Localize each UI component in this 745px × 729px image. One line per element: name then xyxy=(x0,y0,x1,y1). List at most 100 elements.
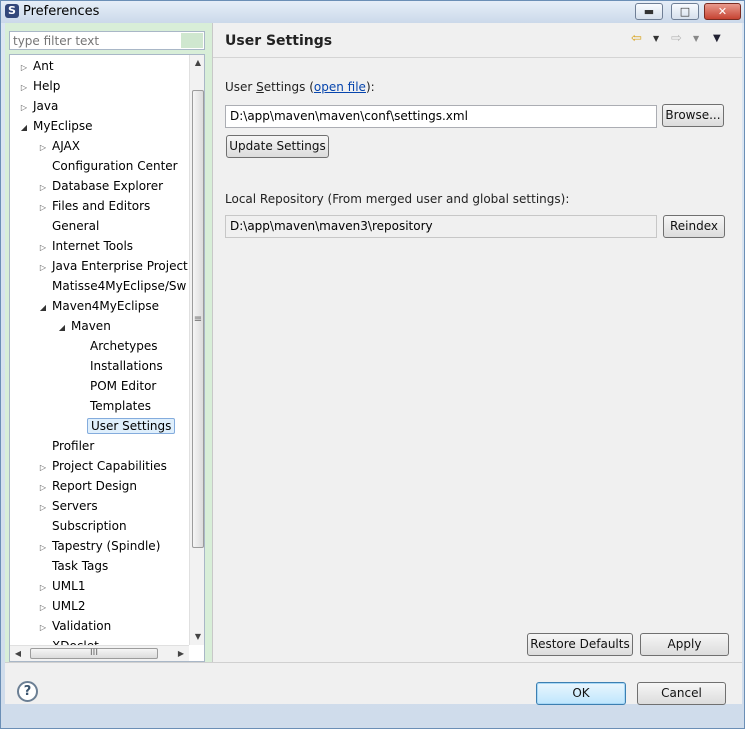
clear-filter-icon[interactable] xyxy=(181,33,203,48)
preference-page: User Settings ⇦ ▼ ⇨ ▼ ▼ User Settings (o… xyxy=(213,23,742,662)
tree-item[interactable]: ▷ Database Explorer xyxy=(37,177,166,195)
tree-item[interactable]: Archetypes xyxy=(75,337,161,355)
tree-item[interactable]: ◢ Maven4MyEclipse xyxy=(37,297,162,315)
user-settings-path-input[interactable]: D:\app\maven\maven\conf\settings.xml xyxy=(225,105,657,128)
tree-item[interactable]: Profiler xyxy=(37,437,97,455)
tree-item[interactable]: Configuration Center xyxy=(37,157,181,175)
collapse-arrow-icon[interactable]: ◢ xyxy=(37,299,49,317)
expand-arrow-icon[interactable]: ▷ xyxy=(37,579,49,597)
tree-item[interactable]: ▷ Internet Tools xyxy=(37,237,136,255)
back-dropdown-icon[interactable]: ▼ xyxy=(653,32,659,46)
tree-item-label: Validation xyxy=(52,619,112,633)
title-bar[interactable]: S Preferences ▬ □ ✕ xyxy=(1,1,744,23)
apply-button[interactable]: Apply xyxy=(640,633,729,656)
tree-item[interactable]: ▷ Tapestry (Spindle) xyxy=(37,537,163,555)
browse-button[interactable]: Browse... xyxy=(662,104,724,127)
footer-divider xyxy=(5,662,742,663)
expand-arrow-icon[interactable]: ▷ xyxy=(37,459,49,477)
help-icon[interactable]: ? xyxy=(17,681,38,702)
tree-item-label: Java Enterprise Project xyxy=(52,259,188,273)
reindex-button[interactable]: Reindex xyxy=(663,215,725,238)
tree-item-label: UML2 xyxy=(52,599,86,613)
window-title: Preferences xyxy=(23,4,100,19)
tree-item-label: Templates xyxy=(90,399,152,413)
tree-vertical-scrollbar[interactable]: ▲ ≡ ▼ xyxy=(189,55,204,645)
tree-item[interactable]: Task Tags xyxy=(37,557,111,575)
filter-field[interactable] xyxy=(9,31,205,50)
tree-item-label: Report Design xyxy=(52,479,138,493)
expand-arrow-icon[interactable]: ▷ xyxy=(37,259,49,277)
expand-arrow-icon[interactable]: ▷ xyxy=(37,479,49,497)
tree-item[interactable]: ◢ Maven xyxy=(56,317,114,335)
tree-item[interactable]: General xyxy=(37,217,102,235)
tree-item[interactable]: Subscription xyxy=(37,517,130,535)
tree-item[interactable]: POM Editor xyxy=(75,377,159,395)
expand-arrow-icon[interactable]: ▷ xyxy=(37,239,49,257)
tree-item[interactable]: ▷ UML1 xyxy=(37,577,88,595)
tree-item-label: Help xyxy=(33,79,61,93)
tree-item[interactable]: Templates xyxy=(75,397,154,415)
scroll-left-icon[interactable]: ◀ xyxy=(10,646,26,661)
tree-item-label: Ant xyxy=(33,59,54,73)
tree-horizontal-scrollbar[interactable]: ◀ III ▶ xyxy=(10,645,189,661)
minimize-button[interactable]: ▬ xyxy=(635,3,663,20)
tree-item[interactable]: ▷ Java Enterprise Project xyxy=(37,257,191,275)
expand-arrow-icon[interactable]: ▷ xyxy=(18,79,30,97)
collapse-arrow-icon[interactable]: ◢ xyxy=(56,319,68,337)
tree-item[interactable]: Installations xyxy=(75,357,166,375)
update-settings-button[interactable]: Update Settings xyxy=(226,135,329,158)
tree-item[interactable]: Matisse4MyEclipse/Sw xyxy=(37,277,189,295)
collapse-arrow-icon[interactable]: ◢ xyxy=(18,119,30,137)
close-button[interactable]: ✕ xyxy=(704,3,741,20)
tree-item-label: Servers xyxy=(52,499,98,513)
open-file-link[interactable]: open file xyxy=(314,80,366,94)
expand-arrow-icon[interactable]: ▷ xyxy=(37,199,49,217)
scroll-down-icon[interactable]: ▼ xyxy=(190,629,204,645)
tree-item[interactable]: ▷ Servers xyxy=(37,497,101,515)
tree-item[interactable]: ▷ Java xyxy=(18,97,61,115)
tree-item-label: Profiler xyxy=(52,439,95,453)
preferences-tree: ▷ Ant ▷ Help ▷ Java ◢ MyEclipse ▷ AJAX Configurati… xyxy=(9,54,205,662)
expand-arrow-icon[interactable]: ▷ xyxy=(37,139,49,157)
scroll-up-icon[interactable]: ▲ xyxy=(190,55,204,71)
tree-item[interactable]: ◢ MyEclipse xyxy=(18,117,96,135)
tree-item[interactable]: ▷ Ant xyxy=(18,57,57,75)
local-repository-path: D:\app\maven\maven3\repository xyxy=(225,215,657,238)
tree-item[interactable]: ▷ Project Capabilities xyxy=(37,457,170,475)
scroll-right-icon[interactable]: ▶ xyxy=(173,646,189,661)
ok-button[interactable]: OK xyxy=(536,682,626,705)
tree-item-label: POM Editor xyxy=(90,379,157,393)
expand-arrow-icon[interactable]: ▷ xyxy=(37,599,49,617)
tree-item-label: Installations xyxy=(90,359,163,373)
tree-item[interactable]: ▷ Validation xyxy=(37,617,114,635)
preferences-navigation-panel: ▷Ant▷Help▷Java◢MyEclipse▷AJAXConfigurati… xyxy=(5,23,212,662)
expand-arrow-icon[interactable]: ▷ xyxy=(18,59,30,77)
forward-arrow-icon[interactable]: ⇨ xyxy=(671,32,682,46)
tree-item-label: Maven4MyEclipse xyxy=(52,299,159,313)
expand-arrow-icon[interactable]: ▷ xyxy=(37,619,49,637)
tree-item[interactable]: ▷ Help xyxy=(18,77,63,95)
tree-item[interactable]: User Settings xyxy=(75,417,176,435)
tree-item[interactable]: ▷ UML2 xyxy=(37,597,88,615)
tree-item[interactable]: ▷ Report Design xyxy=(37,477,140,495)
expand-arrow-icon[interactable]: ▷ xyxy=(37,499,49,517)
tree-item-label: Internet Tools xyxy=(52,239,134,253)
forward-dropdown-icon[interactable]: ▼ xyxy=(693,32,699,46)
cancel-button[interactable]: Cancel xyxy=(637,682,726,705)
tree-item-label: Tapestry (Spindle) xyxy=(52,539,161,553)
expand-arrow-icon[interactable]: ▷ xyxy=(18,99,30,117)
restore-defaults-button[interactable]: Restore Defaults xyxy=(527,633,633,656)
view-menu-icon[interactable]: ▼ xyxy=(713,32,721,46)
tree-item-label: User Settings xyxy=(87,418,176,434)
maximize-button[interactable]: □ xyxy=(671,3,699,20)
filter-input[interactable] xyxy=(10,32,178,49)
tree-item[interactable]: ▷ AJAX xyxy=(37,137,83,155)
scroll-thumb[interactable]: ≡ xyxy=(192,90,204,548)
back-arrow-icon[interactable]: ⇦ xyxy=(631,32,642,46)
expand-arrow-icon[interactable]: ▷ xyxy=(37,539,49,557)
horizontal-scroll-thumb[interactable]: III xyxy=(30,648,158,659)
tree-item-label: General xyxy=(52,219,100,233)
expand-arrow-icon[interactable]: ▷ xyxy=(37,179,49,197)
tree-item[interactable]: ▷ Files and Editors xyxy=(37,197,153,215)
tree-item-label: Configuration Center xyxy=(52,159,178,173)
